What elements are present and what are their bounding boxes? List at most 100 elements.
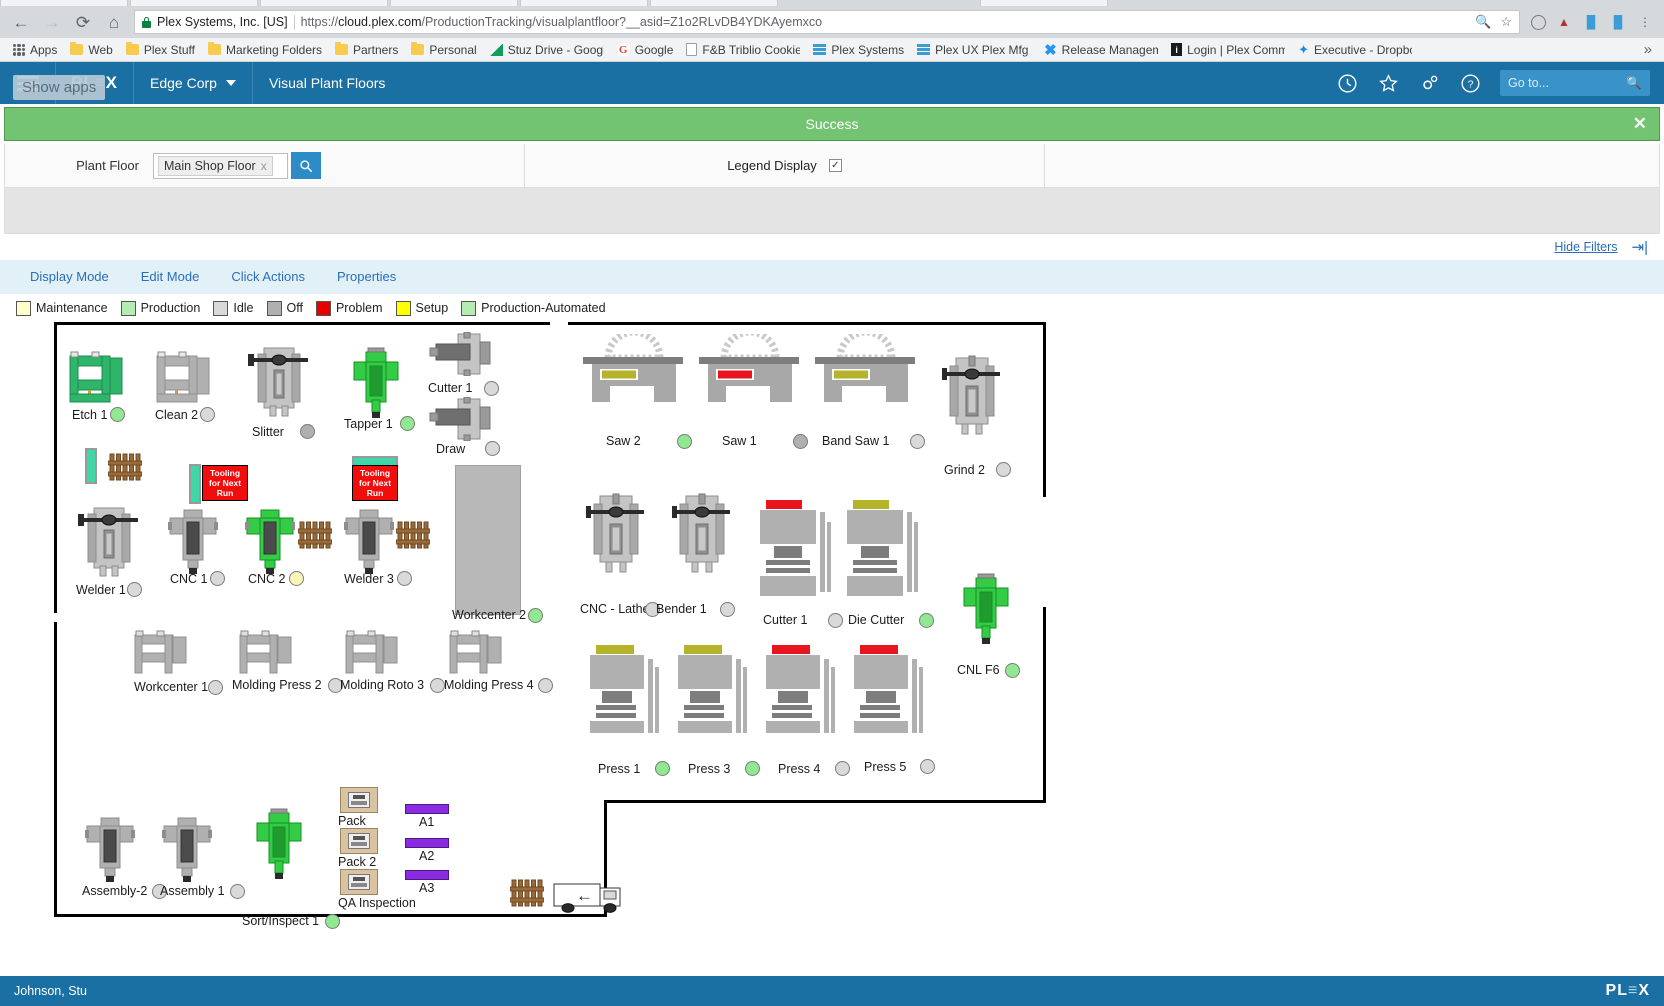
machine-sort-inspect-1[interactable] (255, 807, 303, 883)
machine-press-4[interactable] (764, 645, 842, 733)
machine-workcenter-1[interactable] (133, 629, 189, 675)
bookmark-apps[interactable]: Apps (8, 41, 62, 59)
machine-bender-1[interactable] (672, 490, 732, 576)
status-indicator-dot[interactable] (230, 884, 245, 899)
favorite-star-icon[interactable] (1377, 72, 1400, 95)
status-indicator-dot[interactable] (289, 571, 304, 586)
machine-molding-press-4[interactable] (448, 629, 504, 675)
status-indicator-dot[interactable] (397, 571, 412, 586)
status-indicator-dot[interactable] (485, 441, 500, 456)
reload-icon[interactable]: ⟳ (72, 11, 94, 33)
tab-properties[interactable]: Properties (321, 260, 412, 294)
close-icon[interactable]: ✕ (1633, 114, 1647, 134)
tab-click-actions[interactable]: Click Actions (215, 260, 321, 294)
bookmark-executive-dropbox[interactable]: ✦Executive - Dropbox (1293, 40, 1417, 60)
status-indicator-dot[interactable] (430, 678, 445, 693)
status-indicator-dot[interactable] (920, 759, 935, 774)
browser-tab[interactable] (0, 0, 128, 6)
machine-tapper-1[interactable] (352, 346, 400, 422)
bookmark-personal[interactable]: Personal (406, 41, 481, 59)
status-indicator-dot[interactable] (677, 434, 692, 449)
bookmark-plex-ux[interactable]: Plex UX Plex Mfg Clo (912, 41, 1036, 59)
machine-press-1[interactable] (588, 645, 666, 733)
machine-cutter-1[interactable] (428, 332, 492, 376)
status-indicator-dot[interactable] (300, 424, 315, 439)
bookmark-plex-stuff[interactable]: Plex Stuff (121, 41, 200, 59)
bookmark-login-plex-community[interactable]: iLogin | Plex Commun (1166, 41, 1290, 59)
forward-icon[interactable]: → (41, 11, 63, 33)
close-icon[interactable]: x (261, 159, 267, 173)
machine-grind-2[interactable] (942, 352, 1002, 438)
machine-band-saw-1[interactable] (810, 334, 920, 402)
bookmark-plex-systems[interactable]: Plex Systems (808, 41, 909, 59)
plant-floor-canvas[interactable]: Etch 1Clean 2SlitterTapper 1Cutter 1Draw… (0, 322, 1664, 926)
browser-tab-active[interactable] (980, 0, 1108, 6)
help-question-icon[interactable]: ? (1459, 72, 1482, 95)
pack-station-icon[interactable] (340, 869, 378, 895)
machine-cnc-1[interactable] (168, 504, 218, 582)
machine-slitter[interactable] (248, 340, 310, 422)
bookmark-web[interactable]: Web (65, 41, 117, 59)
machine-cnc-2[interactable] (245, 504, 295, 582)
status-indicator-dot[interactable] (910, 434, 925, 449)
machine-assembly-2[interactable] (85, 812, 135, 890)
machine-draw[interactable] (428, 397, 492, 441)
history-clock-icon[interactable] (1336, 72, 1359, 95)
status-indicator-dot[interactable] (325, 914, 340, 929)
status-indicator-dot[interactable] (127, 582, 142, 597)
machine-welder-3[interactable] (344, 504, 394, 582)
collapse-panel-icon[interactable]: ⇥| (1632, 238, 1648, 256)
chrome-menu-icon[interactable]: ⋮ (1636, 13, 1654, 31)
status-indicator-dot[interactable] (835, 761, 850, 776)
bookmark-partners[interactable]: Partners (330, 41, 403, 59)
machine-saw-1[interactable] (694, 334, 804, 402)
plex-ext-2-icon[interactable]: █ (1609, 13, 1627, 31)
hide-filters-link[interactable]: Hide Filters (1554, 240, 1617, 254)
storage-rack[interactable] (405, 838, 449, 848)
legend-display-checkbox[interactable]: ✓ (829, 159, 842, 172)
company-selector[interactable]: Edge Corp (134, 62, 253, 104)
zoom-search-icon[interactable]: 🔍 (1475, 14, 1491, 30)
machine-saw-2[interactable] (578, 334, 688, 402)
machine-molding-press-2[interactable] (238, 629, 294, 675)
browser-tab[interactable] (390, 0, 518, 6)
browser-tab[interactable] (130, 0, 258, 6)
bookmark-stuz-drive[interactable]: Stuz Drive - Google (485, 41, 609, 59)
machine-cnl-f6[interactable] (962, 572, 1010, 648)
machine-etch-1[interactable] (68, 350, 126, 412)
status-indicator-dot[interactable] (720, 602, 735, 617)
status-indicator-dot[interactable] (528, 608, 543, 623)
tab-display-mode[interactable]: Display Mode (14, 260, 125, 294)
status-indicator-dot[interactable] (996, 462, 1011, 477)
status-indicator-dot[interactable] (655, 761, 670, 776)
delivery-truck-icon[interactable]: ← (552, 878, 624, 918)
bookmark-release-management[interactable]: ✖Release Management (1039, 39, 1163, 61)
browser-tab-strip[interactable] (0, 0, 1664, 6)
browser-tab[interactable] (260, 0, 388, 6)
status-indicator-dot[interactable] (1005, 663, 1020, 678)
machine-press-5[interactable] (852, 645, 930, 733)
machine-press-3[interactable] (676, 645, 754, 733)
search-input[interactable]: Go to... 🔍 (1500, 70, 1650, 96)
machine-molding-roto-3[interactable] (344, 629, 400, 675)
status-indicator-dot[interactable] (828, 613, 843, 628)
status-indicator-dot[interactable] (538, 678, 553, 693)
home-icon[interactable]: ⌂ (103, 11, 125, 33)
machine-welder-1[interactable] (78, 500, 140, 582)
plant-floor-input[interactable]: Main Shop Floor x (153, 153, 288, 179)
status-indicator-dot[interactable] (110, 407, 125, 422)
machine-assembly-1[interactable] (162, 812, 212, 890)
back-icon[interactable]: ← (10, 11, 32, 33)
machine-clean-2[interactable] (155, 350, 213, 412)
search-button[interactable] (291, 152, 321, 179)
bookmark-fb-triblio[interactable]: F&B Triblio Cookie (681, 41, 805, 59)
browser-tab[interactable] (520, 0, 648, 6)
status-indicator-dot[interactable] (200, 407, 215, 422)
bookmarks-overflow-icon[interactable]: » (1640, 41, 1656, 58)
tab-edit-mode[interactable]: Edit Mode (125, 260, 216, 294)
machine-cutter-1[interactable] (758, 500, 832, 596)
pack-station-icon[interactable] (340, 828, 378, 854)
bookmark-google[interactable]: GGoogle (612, 41, 679, 59)
opera-icon[interactable] (1531, 15, 1546, 30)
status-indicator-dot[interactable] (793, 434, 808, 449)
